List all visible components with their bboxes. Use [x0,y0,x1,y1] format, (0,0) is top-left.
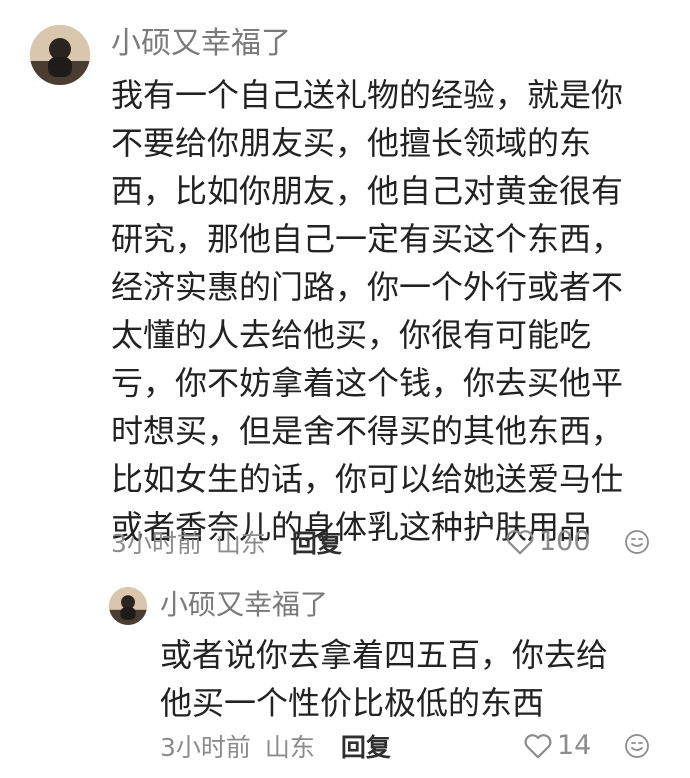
avatar[interactable] [30,25,90,85]
avatar-photo-icon [109,587,147,625]
comment-line: 时想买，但是舍不得买的其他东西， [111,412,624,450]
comment-thread: 小硕又幸福了 我有一个自己送礼物的经验，就是你 不要给你朋友买，他擅长领域的东 … [0,0,690,778]
comment-line: 不要给你朋友买，他擅长领域的东 [111,124,592,162]
comment-line: 经济实惠的门路，你一个外行或者不 [111,268,624,306]
comment-line: 研究，那他自己一定有买这个东西， [111,220,624,258]
reply-line: 或者说你去拿着四五百，你去给 [160,636,609,674]
reply-username[interactable]: 小硕又幸福了 [160,586,328,624]
reply-like-button[interactable]: 14 [523,729,591,763]
heart-outline-icon [524,734,552,759]
comment-line: 太懂的人去给他买，你很有可能吃 [111,316,592,354]
like-button[interactable]: 100 [505,525,591,559]
reply-button[interactable]: 回复 [292,529,342,558]
comment-line: 我有一个自己送礼物的经验，就是你 [111,76,624,114]
comment-line: 亏，你不妨拿着这个钱，你去买他平 [111,364,624,402]
comment-time: 3小时前 [111,529,202,558]
reply-meta: 3小时前 山东 回复 [160,731,391,765]
comment-line: 西，比如你朋友，他自己对黄金很有 [111,172,624,210]
reply-like-count: 14 [557,730,592,761]
reply-reply-button[interactable]: 回复 [341,733,391,762]
reply-line: 他买一个性价比极低的东西 [160,684,545,722]
emoji-face-icon[interactable] [624,529,650,555]
reply-time: 3小时前 [160,733,251,762]
comment-location: 山东 [215,529,266,558]
comment-meta: 3小时前 山东 回复 [111,527,342,561]
heart-outline-icon [506,530,534,555]
reply-location: 山东 [264,733,315,762]
reply-avatar[interactable] [109,587,147,625]
comment-username[interactable]: 小硕又幸福了 [111,24,291,64]
comment-line: 比如女生的话，你可以给她送爱马仕 [111,460,624,498]
emoji-face-icon[interactable] [624,733,650,759]
avatar-photo-icon [30,25,90,85]
like-count: 100 [539,526,591,557]
